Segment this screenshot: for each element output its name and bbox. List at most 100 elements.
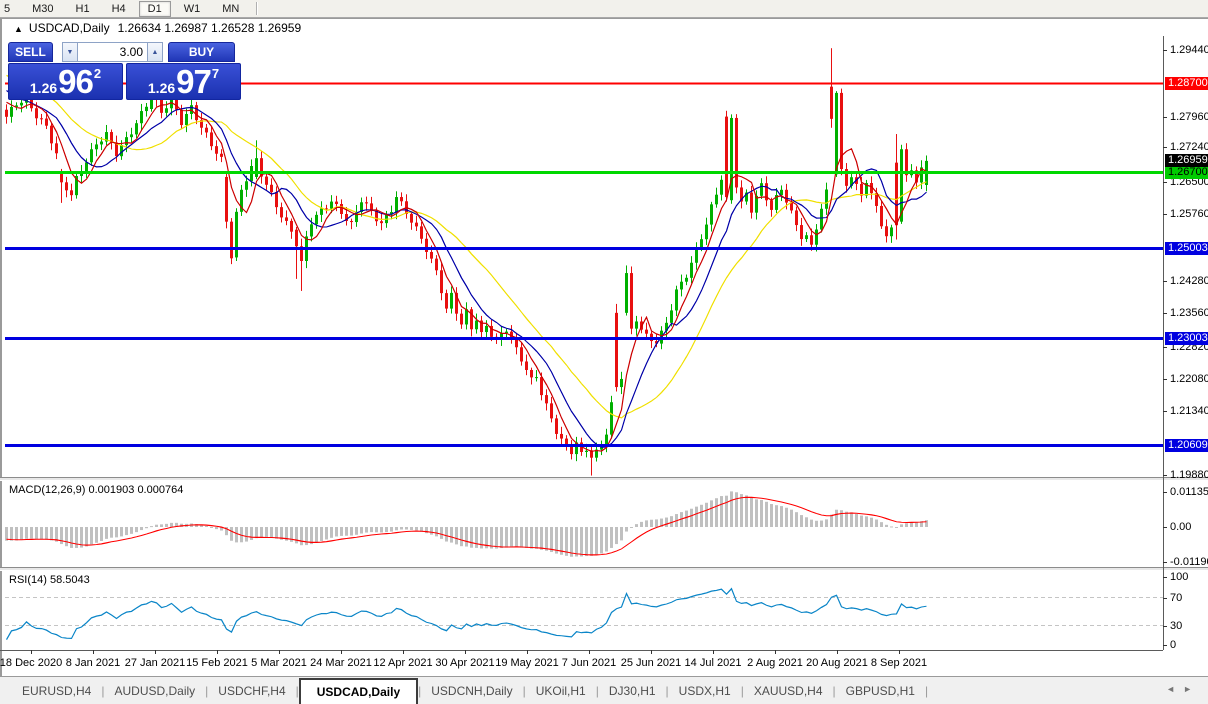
timeframe-button-h1[interactable]: H1 [67, 1, 99, 17]
level-price-label: 1.20609 [1165, 439, 1208, 452]
timeframe-button-5[interactable]: 5 [1, 1, 19, 17]
date-label: 14 Jul 2021 [684, 657, 742, 669]
current-price-label: 1.26959 [1165, 154, 1208, 167]
tab-usdcad-daily[interactable]: USDCAD,Daily [298, 678, 419, 704]
date-tick [465, 650, 466, 654]
level-price-label: 1.28700 [1165, 77, 1208, 90]
level-price-label: 1.25003 [1165, 242, 1208, 255]
volume-decrease-icon[interactable]: ▼ [62, 42, 78, 62]
timeframe-button-m30[interactable]: M30 [23, 1, 62, 17]
date-tick [403, 650, 404, 654]
axis-tick [1163, 347, 1167, 348]
tab-scroll-left-icon[interactable]: ◄ [1166, 684, 1183, 694]
date-label: 7 Jun 2021 [561, 657, 617, 669]
date-label: 8 Sep 2021 [870, 657, 928, 669]
rsi-axis-label: 0 [1170, 639, 1177, 651]
tab-scroll-right-icon[interactable]: ► [1183, 684, 1200, 694]
rsi-label: RSI(14) 58.5043 [9, 574, 90, 586]
price-axis-label: 1.19880 [1170, 469, 1208, 481]
date-label: 8 Jan 2021 [65, 657, 121, 669]
axis-tick [1163, 182, 1167, 183]
main-chart-canvas[interactable] [5, 36, 1163, 478]
price-axis-label: 1.29440 [1170, 44, 1208, 56]
level-price-label: 1.23003 [1165, 332, 1208, 345]
date-label: 5 Mar 2021 [251, 657, 307, 669]
macd-label: MACD(12,26,9) 0.001903 0.000764 [9, 484, 184, 496]
date-label: 12 Apr 2021 [373, 657, 433, 669]
sell-price-main: 96 [58, 63, 94, 100]
axis-tick [1163, 313, 1167, 314]
tab-dj30-h1[interactable]: DJ30,H1 [599, 677, 666, 704]
axis-tick [1163, 379, 1167, 380]
axis-tick [1163, 598, 1167, 599]
date-tick [93, 650, 94, 654]
axis-tick [1163, 147, 1167, 148]
date-tick [837, 650, 838, 654]
toolbar-separator [256, 2, 258, 15]
price-axis-label: 1.27240 [1170, 141, 1208, 153]
tab-separator: | [924, 683, 929, 698]
buy-price-main: 97 [176, 63, 212, 100]
sell-price-box[interactable]: 1.26 96 2 [8, 63, 123, 100]
axis-tick [1163, 475, 1167, 476]
timeframe-toolbar: 5 M30 H1 H4 D1 W1 MN [0, 0, 1208, 18]
axis-tick [1163, 50, 1167, 51]
rsi-axis-label: 100 [1170, 571, 1189, 583]
tab-eurusd-h4[interactable]: EURUSD,H4 [12, 677, 101, 704]
axis-tick [1163, 626, 1167, 627]
axis-tick [1163, 492, 1167, 493]
axis-tick [1163, 645, 1167, 646]
axis-tick [1163, 527, 1167, 528]
date-label: 18 Dec 2020 [0, 657, 63, 669]
axis-tick [1163, 117, 1167, 118]
tab-ukoil-h1[interactable]: UKOil,H1 [526, 677, 596, 704]
date-tick [527, 650, 528, 654]
date-label: 25 Jun 2021 [620, 657, 682, 669]
axis-tick [1163, 562, 1167, 563]
date-tick [31, 650, 32, 654]
volume-stepper: ▼ 3.00 ▲ [62, 42, 163, 62]
price-axis-label: 1.23560 [1170, 307, 1208, 319]
tab-scroll-arrows[interactable]: ◄► [1166, 684, 1200, 694]
tab-usdchf-h4[interactable]: USDCHF,H4 [208, 677, 295, 704]
price-axis-label: 1.27960 [1170, 111, 1208, 123]
sell-price-prefix: 1.26 [29, 80, 58, 96]
date-axis-line [0, 650, 1163, 651]
volume-input[interactable]: 3.00 [78, 42, 147, 62]
symbol-marker-icon: ▲ [14, 24, 23, 34]
tab-xauusd-h4[interactable]: XAUUSD,H4 [744, 677, 833, 704]
price-axis-label: 1.24280 [1170, 275, 1208, 287]
timeframe-button-h4[interactable]: H4 [103, 1, 135, 17]
timeframe-button-mn[interactable]: MN [213, 1, 248, 17]
sell-button[interactable]: SELL [8, 42, 53, 62]
price-axis-line [1163, 36, 1164, 650]
buy-price-prefix: 1.26 [147, 80, 176, 96]
buy-price-box[interactable]: 1.26 97 7 [126, 63, 241, 100]
timeframe-button-d1[interactable]: D1 [138, 0, 171, 17]
timeframe-button-w1[interactable]: W1 [175, 1, 210, 17]
axis-tick [1163, 411, 1167, 412]
sell-price-pip: 2 [93, 66, 102, 81]
trading-terminal: 5 M30 H1 H4 D1 W1 MN ▲ USDCAD,Daily 1.26634 1.26… [0, 0, 1208, 704]
buy-button[interactable]: BUY [168, 42, 235, 62]
tab-audusd-daily[interactable]: AUDUSD,Daily [104, 677, 205, 704]
tab-usdcnh-daily[interactable]: USDCNH,Daily [421, 677, 522, 704]
macd-axis-label: 0.00 [1170, 521, 1192, 533]
volume-increase-icon[interactable]: ▲ [147, 42, 163, 62]
main-macd-splitter[interactable] [0, 477, 1208, 481]
date-label: 27 Jan 2021 [124, 657, 186, 669]
date-label: 19 May 2021 [495, 657, 559, 669]
chart-title: ▲ USDCAD,Daily 1.26634 1.26987 1.26528 1.2… [14, 21, 301, 35]
tab-usdx-h1[interactable]: USDX,H1 [669, 677, 741, 704]
macd-rsi-splitter[interactable] [0, 567, 1208, 571]
level-price-label: 1.26700 [1165, 166, 1208, 179]
axis-tick [1163, 577, 1167, 578]
symbol-tab-bar: EURUSD,H4 | AUDUSD,Daily | USDCHF,H4 | USDCAD,… [0, 676, 1208, 704]
rsi-indicator-canvas[interactable] [5, 571, 1163, 649]
date-tick [589, 650, 590, 654]
macd-axis-label: 0.01135 [1170, 486, 1208, 498]
date-tick [341, 650, 342, 654]
date-label: 2 Aug 2021 [747, 657, 803, 669]
tab-gbpusd-h1[interactable]: GBPUSD,H1 [836, 677, 925, 704]
date-tick [775, 650, 776, 654]
